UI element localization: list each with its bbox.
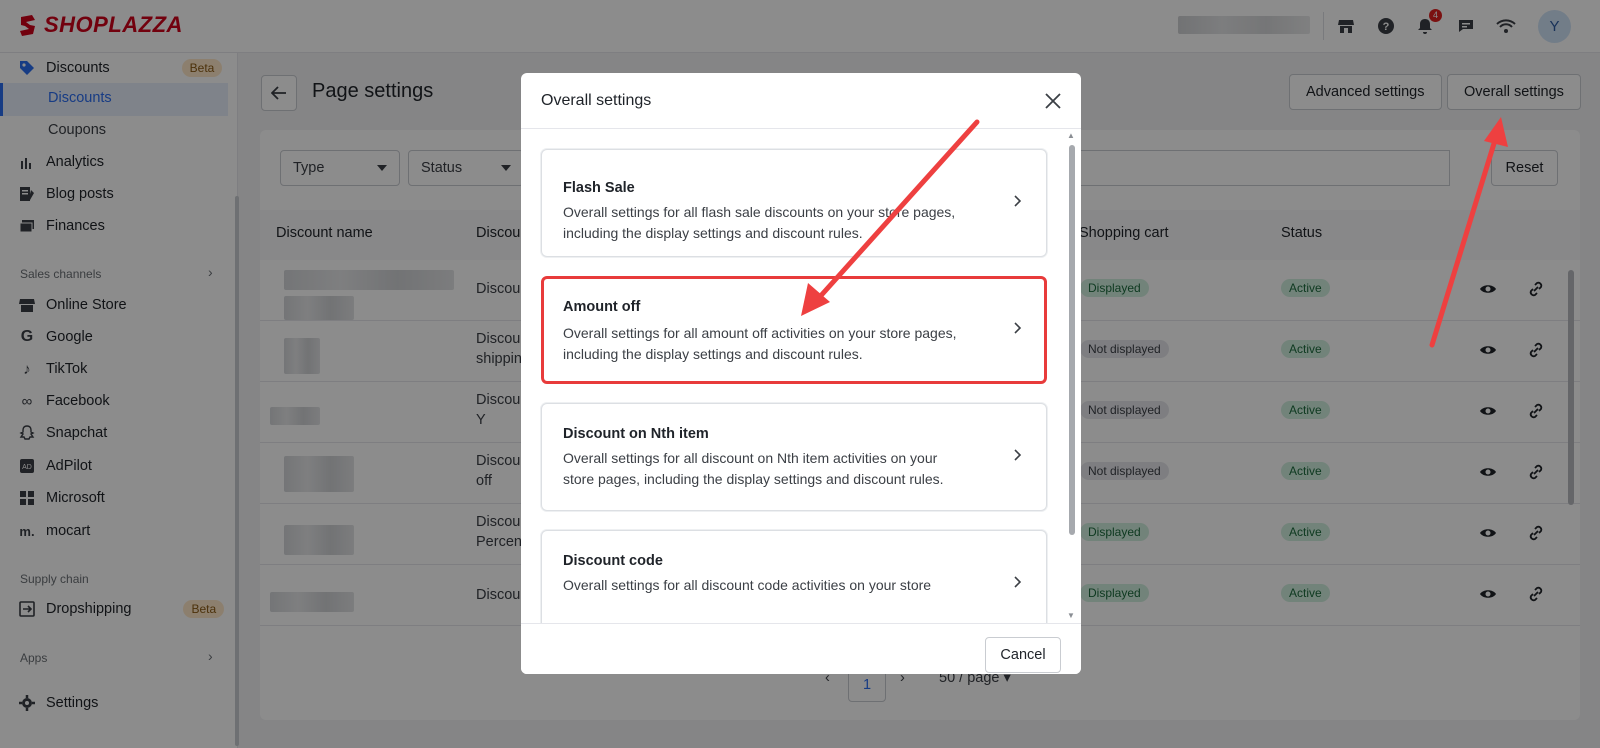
chevron-right-icon: [1014, 322, 1022, 334]
option-description: Overall settings for all discount code a…: [563, 577, 932, 593]
dialog-header: Overall settings: [521, 73, 1081, 129]
option-title: Flash Sale: [563, 180, 635, 196]
dialog-title: Overall settings: [541, 92, 652, 109]
dialog-body: Flash Sale Overall settings for all flas…: [521, 129, 1081, 623]
option-description: Overall settings for all discount on Nth…: [563, 450, 944, 487]
option-title: Discount on Nth item: [563, 426, 709, 442]
cancel-button[interactable]: Cancel: [985, 637, 1061, 673]
chevron-right-icon: [1014, 195, 1022, 207]
option-title: Amount off: [563, 299, 641, 315]
chevron-right-icon: [1014, 576, 1022, 588]
option-flash-sale[interactable]: Flash Sale Overall settings for all flas…: [541, 149, 1047, 257]
chevron-right-icon: [1014, 449, 1022, 461]
option-discount-code[interactable]: Discount code Overall settings for all d…: [541, 530, 1047, 623]
option-title: Discount code: [563, 553, 663, 569]
dialog-scrollbar[interactable]: [1069, 145, 1075, 535]
option-description: Overall settings for all flash sale disc…: [563, 204, 956, 241]
option-amount-off[interactable]: Amount off Overall settings for all amou…: [541, 276, 1047, 384]
dialog-footer: Cancel: [521, 623, 1081, 674]
scroll-up-arrow-icon[interactable]: ▲: [1067, 131, 1075, 140]
scroll-down-arrow-icon[interactable]: ▼: [1067, 611, 1075, 620]
option-description: Overall settings for all amount off acti…: [563, 325, 957, 362]
close-icon[interactable]: [1042, 90, 1064, 112]
overall-settings-dialog: Overall settings Flash Sale Overall sett…: [521, 73, 1081, 674]
option-discount-on-nth-item[interactable]: Discount on Nth item Overall settings fo…: [541, 403, 1047, 511]
